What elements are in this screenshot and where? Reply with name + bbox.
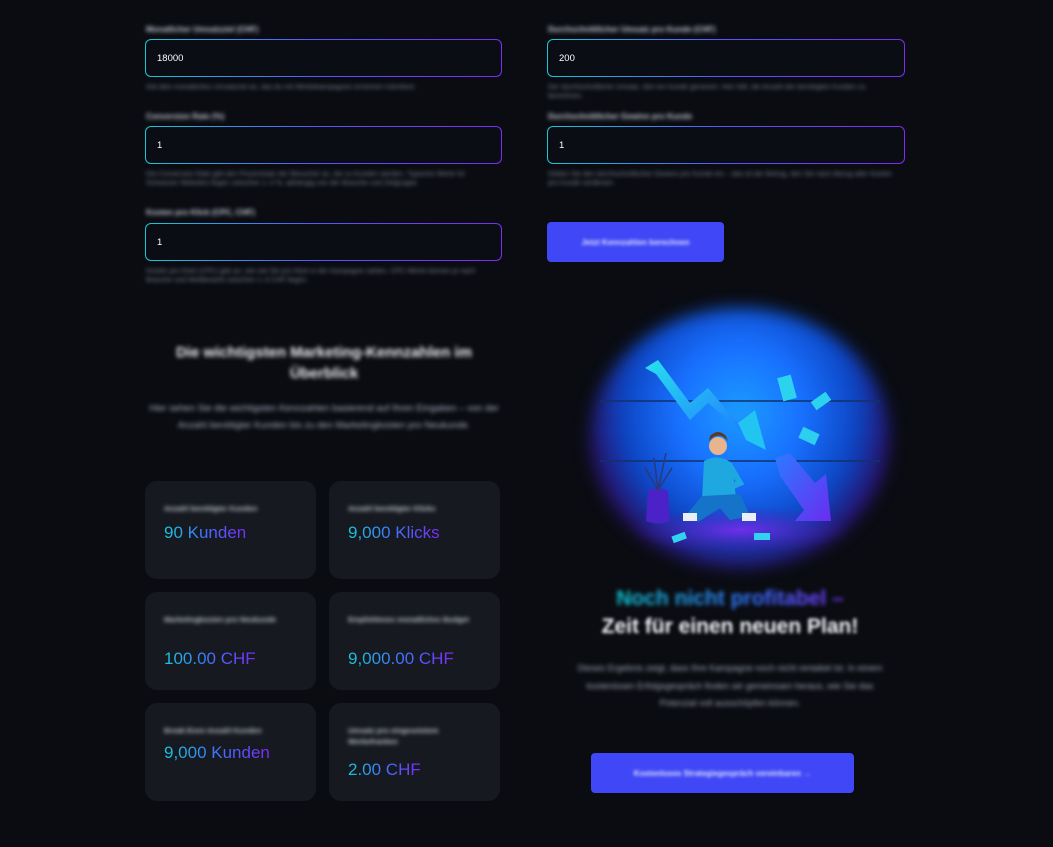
avg-umsatz-label: Durchschnittlicher Umsatz pro Kunde (CHF… [548,25,716,34]
avg-umsatz-input[interactable] [559,40,894,76]
section-description: Hier sehen Sie die wichtigsten Kennzahle… [149,403,499,431]
kpi-card-value: 9,000 Klicks [348,523,440,542]
kpi-card-kosten-neukunde: Marketingkosten pro Neukunde 100.00 CHF [145,592,316,690]
kpi-card-budget: Empfohlenes monatliches Budget 9,000.00 … [329,592,500,690]
kpi-card-title: Anzahl benötigter Kunden [164,504,258,513]
result-headline: Zeit für einen neuen Plan! [601,615,859,638]
kpi-card-value: 9,000.00 CHF [348,649,454,668]
umsatz-field[interactable] [145,39,502,77]
umsatz-label: Monatlicher Umsatzziel (CHF) [146,25,259,34]
avg-umsatz-help: Der durchschnittliche Umsatz, den ein Ku… [548,84,866,100]
kpi-card-title: Umsatz pro eingesetztem Werbefranken [348,726,439,746]
result-description: Dieses Ergebnis zeigt, dass Ihre Kampagn… [577,663,883,708]
avg-umsatz-field[interactable] [547,39,905,77]
section-title: Die wichtigsten Marketing-Kennzahlen im … [176,344,472,382]
conversion-input[interactable] [157,127,491,163]
conversion-field[interactable] [145,126,502,164]
kpi-card-umsatz-werbefranken: Umsatz pro eingesetztem Werbefranken 2.0… [329,703,500,801]
strategy-call-button-label: Kostenloses Strategiegespräch vereinbare… [633,768,812,778]
kpi-card-title: Empfohlenes monatliches Budget [348,615,469,624]
umsatz-input[interactable] [157,40,491,76]
kpi-card-value: 2.00 CHF [348,760,421,779]
kpi-card-title: Anzahl benötigter Klicks [348,504,436,513]
avg-gewinn-help: Geben Sie den durchschnittlichen Gewinn … [548,171,892,187]
conversion-label: Conversion Rate (%) [146,112,225,121]
strategy-call-button[interactable]: Kostenloses Strategiegespräch vereinbare… [591,753,854,793]
declining-chart-illustration [600,360,880,554]
kpi-card-title: Marketingkosten pro Neukunde [164,615,277,624]
conversion-help: Die Conversion Rate gibt den Prozentsatz… [146,171,466,187]
kpi-card-value: 100.00 CHF [164,649,256,668]
cpc-help: Kosten pro Klick (CPC) gibt an, wie viel… [146,268,476,284]
kpi-card-value: 9,000 Kunden [164,743,270,762]
kpi-card-klicks: Anzahl benötigter Klicks 9,000 Klicks [329,481,500,579]
cpc-input[interactable] [157,224,491,260]
kpi-card-title: Break-Even Anzahl Kunden [164,726,262,735]
cpc-label: Kosten pro Klick (CPC, CHF) [146,208,255,217]
kpi-card-kunden: Anzahl benötigter Kunden 90 Kunden [145,481,316,579]
avg-gewinn-input[interactable] [559,127,894,163]
avg-gewinn-field[interactable] [547,126,905,164]
result-headline-accent: Noch nicht profitabel – [616,587,844,610]
kpi-card-value: 90 Kunden [164,523,247,542]
calculate-button-label: Jetzt Kennzahlen berechnen [581,237,690,247]
avg-gewinn-label: Durchschnittlicher Gewinn pro Kunde [548,112,693,121]
kpi-card-break-even: Break-Even Anzahl Kunden 9,000 Kunden [145,703,316,801]
calculate-button[interactable]: Jetzt Kennzahlen berechnen [547,222,724,262]
cpc-field[interactable] [145,223,502,261]
umsatz-help: Gib dein monatliches Umsatzziel an, das … [146,84,416,91]
